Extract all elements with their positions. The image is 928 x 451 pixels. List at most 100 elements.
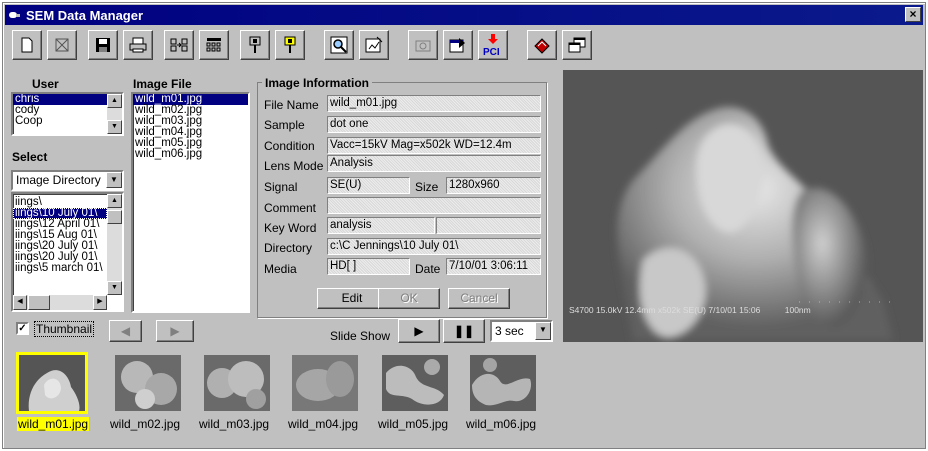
prev-thumb-button[interactable]: ◀ [109,320,142,342]
image-file-label: Image File [133,77,192,91]
sample-field[interactable]: dot one [327,116,541,133]
close-button[interactable]: × [905,7,921,22]
next-thumb-button[interactable]: ▶ [156,320,194,342]
save-icon [96,38,110,52]
pin-yellow-button[interactable] [275,30,305,60]
size-field[interactable]: 1280x960 [446,177,541,194]
chevron-left-icon: ◀ [120,324,131,338]
pin-yellow-icon [284,36,296,53]
zoom-button[interactable] [324,30,354,60]
directory-vscrollbar[interactable]: ▲ ▼ [107,194,122,295]
pause-button[interactable]: ❚❚ [443,319,485,343]
scroll-up-icon[interactable]: ▲ [107,194,122,208]
edit-image-button[interactable] [359,30,389,60]
scroll-up-icon[interactable]: ▲ [107,94,122,108]
thumbnail-label-5[interactable]: wild_m05.jpg [378,417,448,431]
arrange-button[interactable] [164,30,194,60]
arrange-icon [170,38,188,52]
condition-field[interactable]: Vacc=15kV Mag=x502k WD=12.4m [327,137,541,154]
thumbnail-label-4[interactable]: wild_m04.jpg [288,417,358,431]
pci-button[interactable]: PCI [478,30,508,60]
window-title: SEM Data Manager [26,7,144,23]
list-item[interactable]: Coop [13,115,122,127]
user-list[interactable]: chris cody Coop ▲ ▼ [11,92,124,136]
user-scrollbar[interactable]: ▲ ▼ [107,94,122,134]
thumbnail-image [204,355,270,411]
pci-label: PCI [483,47,500,56]
scroll-down-icon[interactable]: ▼ [107,281,122,295]
thumbnail-4[interactable] [292,355,358,411]
lens-mode-field[interactable]: Analysis [327,155,541,172]
date-label: Date [415,262,441,276]
interval-select[interactable]: 3 sec ▼ [490,320,553,342]
app-icon [9,10,21,20]
image-file-list[interactable]: wild_m01.jpg wild_m02.jpg wild_m03.jpg w… [131,92,250,313]
signal-field[interactable]: SE(U) [327,177,410,194]
grid-icon [206,38,221,52]
thumbnail-5[interactable] [382,355,448,411]
comment-field[interactable] [327,197,541,214]
new-button[interactable] [12,30,42,60]
save-button[interactable] [88,30,118,60]
ok-button[interactable]: OK [378,288,440,309]
thumbnail-label-1[interactable]: wild_m01.jpg [17,417,90,431]
thumbnail-1[interactable] [16,352,88,414]
list-item[interactable]: iings\5 march 01\ [13,262,107,274]
directory-field[interactable]: c:\C Jennings\10 July 01\ [327,238,541,255]
list-item[interactable]: wild_m06.jpg [133,148,248,160]
image-info-title: Image Information [262,76,373,90]
print-icon [129,37,147,53]
chevron-right-icon: ▶ [170,324,180,338]
select-label: Select [12,150,48,164]
thumbnail-label-6[interactable]: wild_m06.jpg [466,417,536,431]
file-name-field[interactable]: wild_m01.jpg [327,95,541,112]
chevron-down-icon[interactable]: ▼ [106,172,122,188]
play-icon: ▶ [414,324,424,338]
book-button[interactable] [527,30,557,60]
key-word-field-2[interactable] [436,217,541,234]
sem-scale-label: 100nm [784,305,811,315]
directory-hscrollbar[interactable]: ◀ ▶ [13,295,107,310]
media-field[interactable]: HD[ ] [327,258,410,275]
directory-list[interactable]: iings\ iings\10 July 01\ iings\12 April … [11,192,124,312]
play-button[interactable]: ▶ [398,319,440,343]
camera-button[interactable] [408,30,438,60]
directory-type-select[interactable]: Image Directory ▼ [11,170,124,191]
thumbnail-label-2[interactable]: wild_m02.jpg [110,417,180,431]
scroll-right-icon[interactable]: ▶ [93,295,107,310]
thumbnail-label-3[interactable]: wild_m03.jpg [199,417,269,431]
hscroll-thumb[interactable] [28,295,50,310]
sem-preview-image: S4700 15.0kV 12.4mm x502k SE(U) 7/10/01 … [563,70,923,342]
interval-value: 3 sec [495,324,524,338]
windows-button[interactable] [562,30,592,60]
directory-label: Directory [264,241,313,255]
thumbnail-image [470,355,536,411]
thumbnail-3[interactable] [204,355,270,411]
print-button[interactable] [123,30,153,60]
edit-image-icon [365,36,383,53]
pin-button[interactable] [240,30,270,60]
chevron-down-icon[interactable]: ▼ [535,322,551,340]
date-field[interactable]: 7/10/01 3:06:11 [446,258,541,275]
scroll-left-icon[interactable]: ◀ [13,295,27,310]
scroll-thumb[interactable] [107,210,122,224]
camera-icon [415,40,431,52]
slideshow-label: Slide Show [330,329,391,343]
export-button[interactable] [443,30,473,60]
key-word-label: Key Word [264,221,317,235]
size-label: Size [415,180,439,194]
clear-button[interactable] [47,30,77,60]
title-bar[interactable]: SEM Data Manager × [5,5,923,25]
cancel-button[interactable]: Cancel [448,288,510,309]
thumbnail-checkbox[interactable]: ✓ [16,322,29,335]
thumbnail-6[interactable] [470,355,536,411]
thumbnail-2[interactable] [115,355,181,411]
windows-icon [568,37,586,53]
edit-button[interactable]: Edit [317,288,387,309]
lens-mode-label: Lens Mode [264,159,324,173]
thumbnail-label[interactable]: Thumbnail [33,321,95,337]
key-word-field[interactable]: analysis [327,217,435,234]
thumbnail-image [382,355,448,411]
grid-button[interactable] [199,30,229,60]
scroll-down-icon[interactable]: ▼ [107,120,122,134]
